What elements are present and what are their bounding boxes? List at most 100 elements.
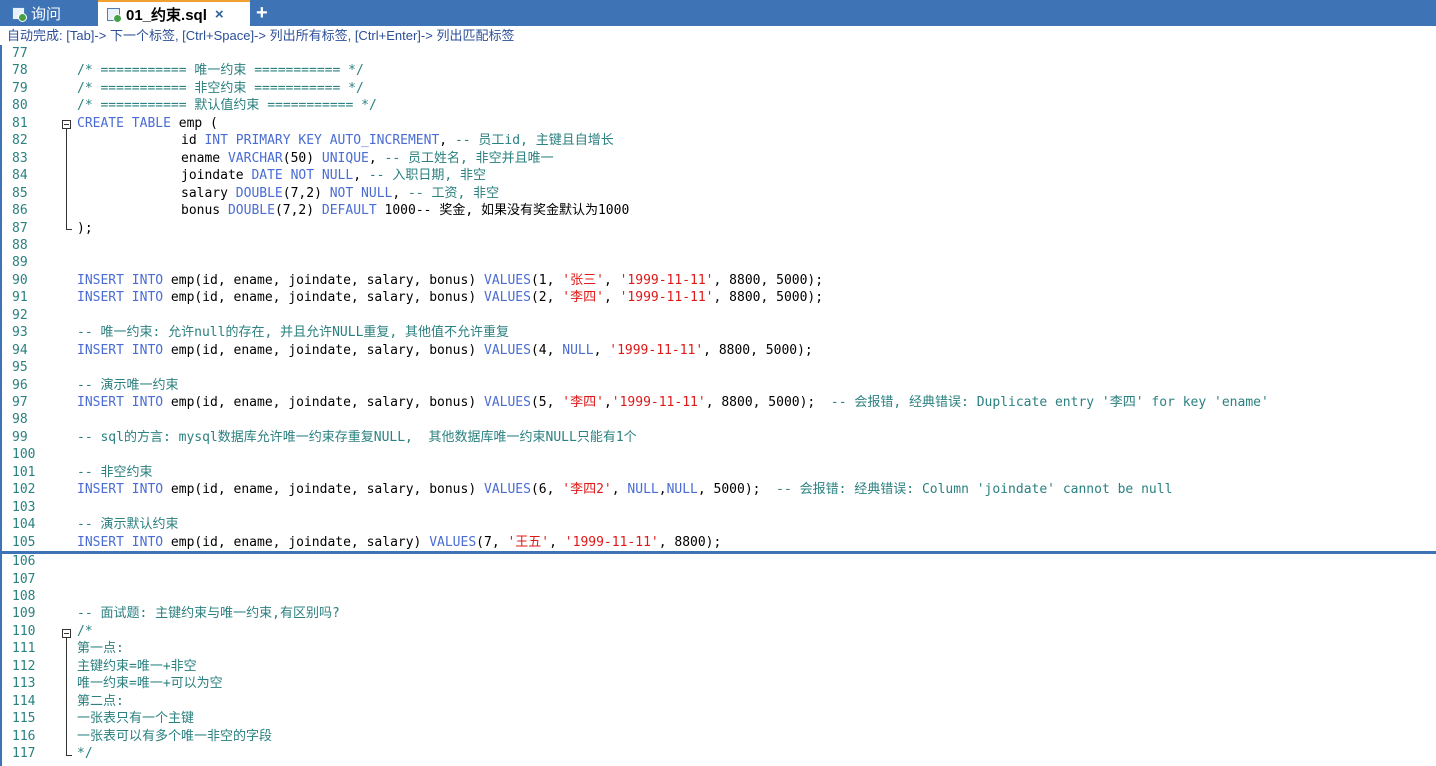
- code-token: emp(id, ename, joindate, salary): [163, 535, 430, 550]
- code-line[interactable]: 83 ename VARCHAR(50) UNIQUE, -- 员工姓名, 非空并…: [2, 150, 1436, 167]
- code-line[interactable]: 99 -- sql的方言: mysql数据库允许唯一约束存重复NULL, 其他数据…: [2, 429, 1436, 446]
- code-line[interactable]: 86 bonus DOUBLE(7,2) DEFAULT 1000-- 奖金, 如…: [2, 202, 1436, 219]
- code-token: joindate: [181, 168, 252, 183]
- code-token: /* =========== 唯一约束 =========== */: [77, 63, 364, 78]
- code-token: DATE NOT NULL: [251, 168, 354, 183]
- code-line[interactable]: 92: [2, 307, 1436, 324]
- code-text: CREATE TABLE emp (: [77, 115, 218, 132]
- code-token: 唯一约束=唯一+可以为空: [77, 676, 223, 691]
- line-number: 103: [12, 500, 36, 515]
- add-tab-button[interactable]: +: [256, 0, 268, 26]
- code-line[interactable]: 100: [2, 446, 1436, 463]
- code-line[interactable]: 95: [2, 359, 1436, 376]
- code-line[interactable]: 94 INSERT INTO emp(id, ename, joindate, s…: [2, 342, 1436, 359]
- code-token: '1999-11-11': [564, 535, 659, 550]
- code-token: INSERT INTO: [77, 290, 164, 305]
- line-number: 91: [12, 290, 28, 305]
- code-token: INT PRIMARY KEY AUTO_INCREMENT: [204, 133, 440, 148]
- code-line[interactable]: 79 /* =========== 非空约束 =========== */: [2, 80, 1436, 97]
- code-line[interactable]: 111 第一点:: [2, 640, 1436, 657]
- code-line[interactable]: 89: [2, 254, 1436, 271]
- fold-toggle-icon[interactable]: [62, 629, 71, 638]
- code-line[interactable]: 113 唯一约束=唯一+可以为空: [2, 675, 1436, 692]
- code-token: DOUBLE: [235, 186, 283, 201]
- line-number: 106: [12, 554, 36, 569]
- code-token: NULL: [562, 343, 594, 358]
- code-text: /*: [77, 623, 93, 640]
- code-line[interactable]: 107: [2, 571, 1436, 588]
- code-token: ,: [593, 343, 610, 358]
- code-text: 主键约束=唯一+非空: [77, 658, 197, 675]
- code-text: /* =========== 默认值约束 =========== */: [77, 97, 377, 114]
- code-token: VARCHAR: [227, 151, 283, 166]
- code-line[interactable]: 88: [2, 237, 1436, 254]
- line-number: 83: [12, 151, 28, 166]
- code-text: INSERT INTO emp(id, ename, joindate, sal…: [77, 394, 1269, 411]
- code-line[interactable]: 109 -- 面试题: 主键约束与唯一约束,有区别吗?: [2, 605, 1436, 622]
- code-line[interactable]: 91 INSERT INTO emp(id, ename, joindate, s…: [2, 289, 1436, 306]
- close-icon[interactable]: ×: [215, 6, 224, 23]
- code-token: (1,: [530, 273, 563, 288]
- code-line[interactable]: 115 一张表只有一个主键: [2, 710, 1436, 727]
- code-text: 第二点:: [77, 693, 124, 710]
- code-line[interactable]: 105 INSERT INTO emp(id, ename, joindate, …: [2, 534, 1436, 551]
- code-line[interactable]: 106: [2, 553, 1436, 570]
- code-token: '李四': [562, 395, 604, 410]
- code-line[interactable]: 90 INSERT INTO emp(id, ename, joindate, s…: [2, 272, 1436, 289]
- code-text: */: [77, 745, 93, 762]
- code-line[interactable]: 93 -- 唯一约束: 允许null的存在, 并且允许NULL重复, 其他值不允许…: [2, 324, 1436, 341]
- code-line[interactable]: 108: [2, 588, 1436, 605]
- tab-sql-file[interactable]: 01_约束.sql ×: [98, 0, 250, 26]
- autocomplete-hint: 自动完成: [Tab]-> 下一个标签, [Ctrl+Space]-> 列出所有…: [7, 28, 515, 43]
- line-number: 97: [12, 395, 28, 410]
- code-line[interactable]: 97 INSERT INTO emp(id, ename, joindate, s…: [2, 394, 1436, 411]
- code-line[interactable]: 104 -- 演示默认约束: [2, 516, 1436, 533]
- code-line[interactable]: 84 joindate DATE NOT NULL, -- 入职日期, 非空: [2, 167, 1436, 184]
- code-line[interactable]: 114 第二点:: [2, 693, 1436, 710]
- code-line[interactable]: 80 /* =========== 默认值约束 =========== */: [2, 97, 1436, 114]
- fold-toggle-icon[interactable]: [62, 120, 71, 129]
- line-number: 98: [12, 412, 28, 427]
- code-token: '王五': [507, 535, 550, 550]
- code-line[interactable]: 81 CREATE TABLE emp (: [2, 115, 1436, 132]
- code-line[interactable]: 117 */: [2, 745, 1436, 762]
- code-line[interactable]: 102 INSERT INTO emp(id, ename, joindate, …: [2, 481, 1436, 498]
- line-number: 93: [12, 325, 28, 340]
- code-token: -- 会报错: 经典错误: Column 'joindate' cannot b…: [776, 482, 1173, 497]
- code-token: */: [77, 746, 93, 761]
- line-number: 87: [12, 221, 28, 236]
- code-token: -- 员工姓名, 非空并且唯一: [384, 151, 554, 166]
- line-number: 78: [12, 63, 28, 78]
- line-number: 102: [12, 482, 36, 497]
- line-number: 88: [12, 238, 28, 253]
- code-line[interactable]: 116 一张表可以有多个唯一非空的字段: [2, 728, 1436, 745]
- code-line[interactable]: 96 -- 演示唯一约束: [2, 377, 1436, 394]
- code-token: INSERT INTO: [77, 482, 164, 497]
- code-token: , 8800, 5000);: [713, 290, 824, 305]
- code-line[interactable]: 112 主键约束=唯一+非空: [2, 658, 1436, 675]
- tab-query[interactable]: 询问: [0, 0, 80, 26]
- code-line[interactable]: 103: [2, 499, 1436, 516]
- code-text: -- 非空约束: [77, 464, 152, 481]
- code-token: UNIQUE: [321, 151, 369, 166]
- code-line[interactable]: 87);: [2, 220, 1436, 237]
- code-line[interactable]: 85 salary DOUBLE(7,2) NOT NULL, -- 工资, 非空: [2, 185, 1436, 202]
- line-number: 90: [12, 273, 28, 288]
- code-token: ,: [603, 395, 612, 410]
- line-number: 85: [12, 186, 28, 201]
- code-token: (7,2): [274, 203, 322, 218]
- line-number: 79: [12, 81, 28, 96]
- code-line[interactable]: 78 /* =========== 唯一约束 =========== */: [2, 62, 1436, 79]
- code-editor[interactable]: 77 78 /* =========== 唯一约束 =========== */ 79…: [0, 45, 1436, 766]
- code-line[interactable]: 77: [2, 45, 1436, 62]
- code-text: -- 唯一约束: 允许null的存在, 并且允许NULL重复, 其他值不允许重复: [77, 324, 509, 341]
- code-token: ,: [392, 186, 409, 201]
- code-text: 一张表可以有多个唯一非空的字段: [77, 728, 272, 745]
- code-line[interactable]: 110 /*: [2, 623, 1436, 640]
- code-line[interactable]: 82 id INT PRIMARY KEY AUTO_INCREMENT, -- …: [2, 132, 1436, 149]
- line-number: 107: [12, 572, 36, 587]
- code-line[interactable]: 98: [2, 411, 1436, 428]
- line-number: 117: [12, 746, 36, 761]
- line-number: 115: [12, 711, 36, 726]
- code-line[interactable]: 101 -- 非空约束: [2, 464, 1436, 481]
